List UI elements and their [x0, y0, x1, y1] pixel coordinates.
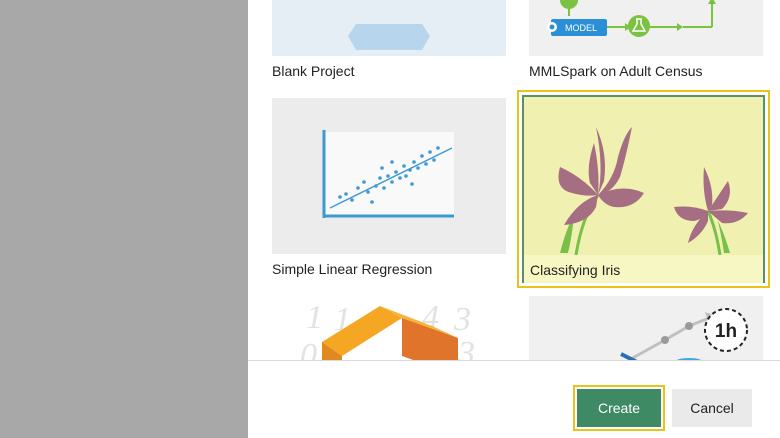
iris-flower-illustration	[524, 97, 763, 255]
template-thumbnail: MODEL	[529, 0, 763, 56]
pipeline-diagram-illustration: MODEL	[529, 0, 763, 56]
scatter-plot-illustration	[272, 98, 506, 254]
orange-block-illustration: 1143 03	[272, 296, 506, 366]
template-tile-simple-linear-regression[interactable]: Simple Linear Regression	[272, 98, 506, 282]
selected-tile-frame: Classifying Iris	[522, 95, 765, 283]
template-thumbnail: 1143 03	[272, 296, 506, 366]
modal-backdrop[interactable]	[0, 0, 248, 438]
svg-text:3: 3	[453, 301, 471, 338]
timer-label: 1h	[715, 321, 737, 342]
template-gallery-dialog: Blank Project MODEL MMLSpark on Adult Ce…	[248, 0, 780, 438]
template-thumbnail	[272, 0, 506, 56]
blank-project-illustration	[272, 0, 506, 56]
template-tile-blank-project[interactable]: Blank Project	[272, 0, 506, 84]
template-label: Blank Project	[272, 63, 355, 79]
svg-text:1: 1	[306, 299, 323, 336]
template-thumbnail: 1h	[529, 296, 763, 366]
template-tile-mmlspark-adult-census[interactable]: MODEL MMLSpark on Adult Census	[529, 0, 763, 84]
template-tile-number-recognition[interactable]: 1143 03	[272, 296, 506, 366]
template-thumbnail	[272, 98, 506, 254]
dialog-footer: Create Cancel	[248, 360, 780, 438]
create-button[interactable]: Create	[573, 385, 665, 431]
template-tile-time-series[interactable]: 1h	[529, 296, 763, 366]
time-series-illustration: 1h	[529, 296, 763, 366]
template-label: Simple Linear Regression	[272, 261, 433, 277]
template-label: MMLSpark on Adult Census	[529, 63, 703, 79]
template-label: Classifying Iris	[524, 255, 763, 283]
cancel-button[interactable]: Cancel	[672, 389, 752, 427]
template-tile-classifying-iris[interactable]: Classifying Iris	[517, 90, 770, 288]
model-node-label: MODEL	[565, 23, 597, 33]
